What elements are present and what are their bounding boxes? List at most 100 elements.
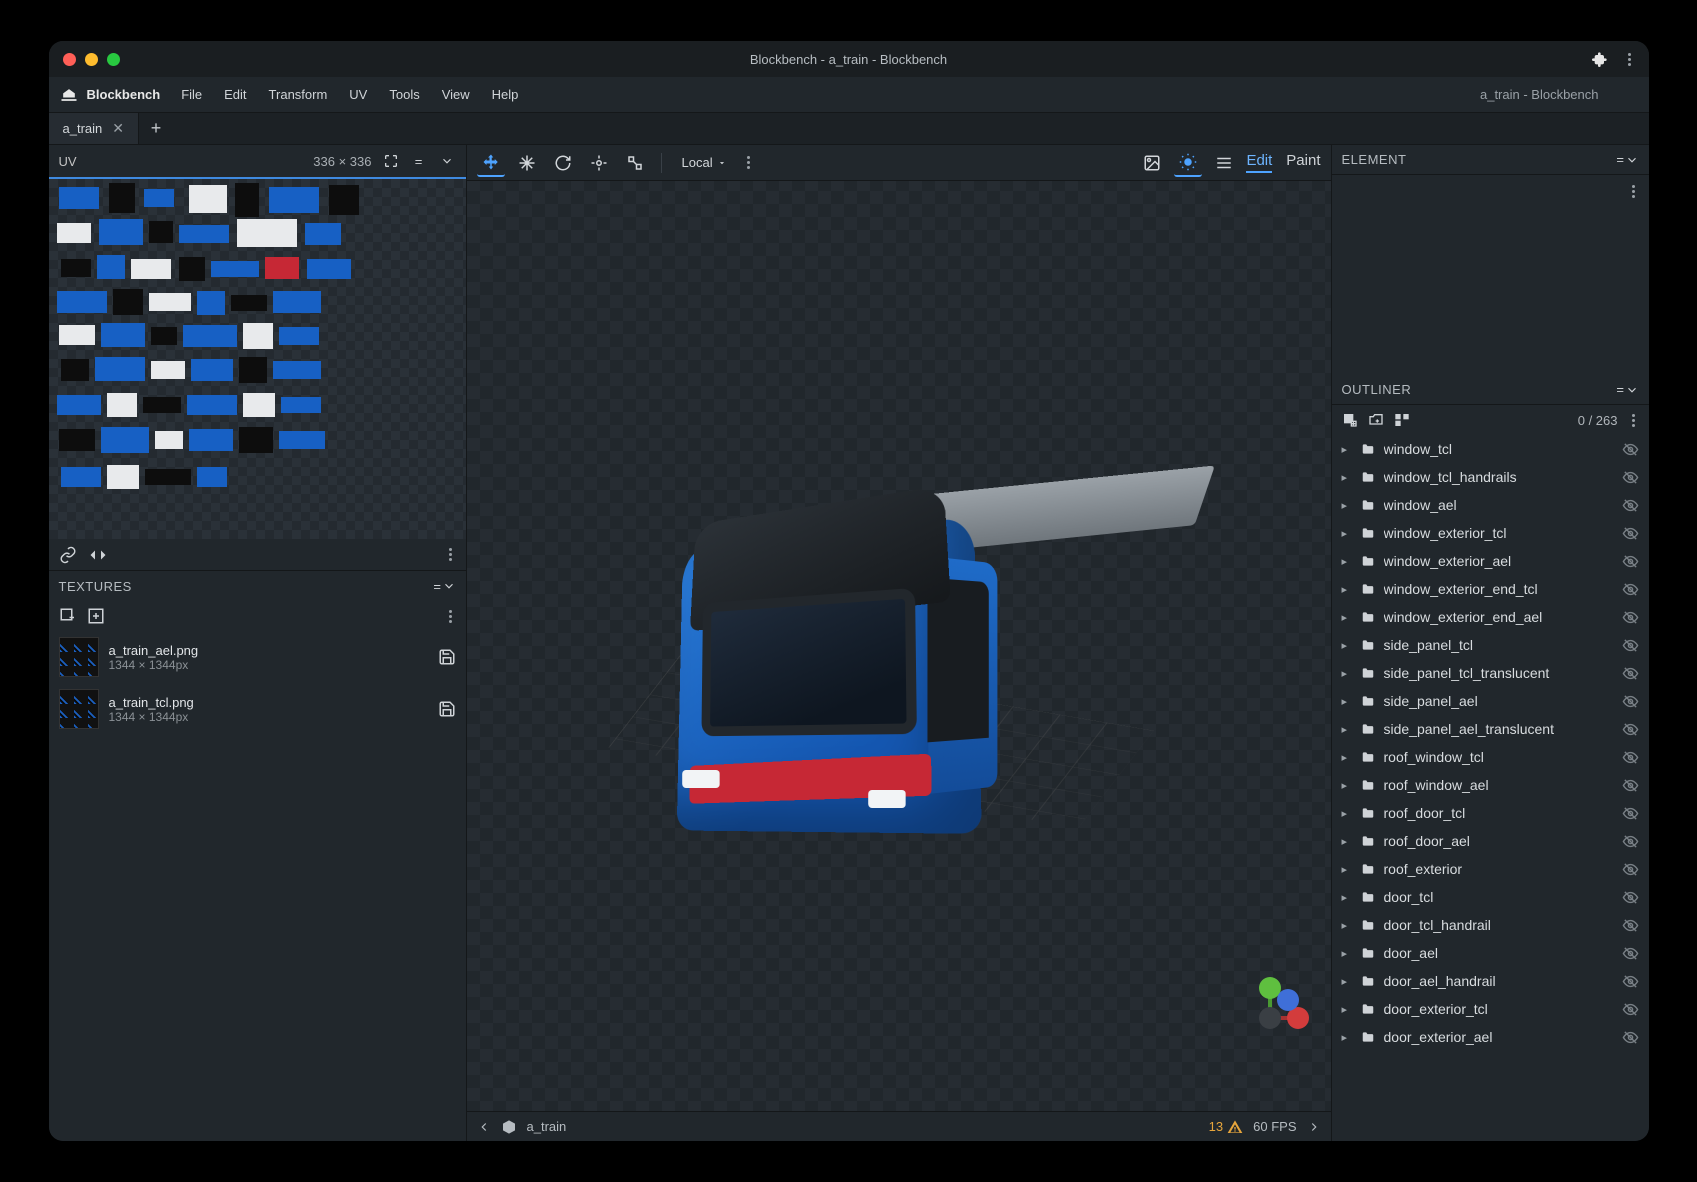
tab-item[interactable]: a_train ✕ bbox=[49, 113, 139, 144]
outliner-item[interactable]: ▸door_tcl_handrail bbox=[1332, 911, 1649, 939]
fullscreen-icon[interactable] bbox=[382, 152, 400, 170]
visibility-toggle-icon[interactable] bbox=[1622, 749, 1639, 766]
toggle-options-icon[interactable] bbox=[1394, 412, 1410, 428]
visibility-toggle-icon[interactable] bbox=[1622, 1001, 1639, 1018]
warning-badge[interactable]: 13 bbox=[1209, 1119, 1243, 1135]
outliner-overflow-icon[interactable] bbox=[1628, 410, 1639, 431]
chevron-down-icon[interactable] bbox=[438, 152, 456, 170]
caret-right-icon[interactable]: ▸ bbox=[1342, 807, 1352, 820]
rotate-tool-icon[interactable] bbox=[549, 149, 577, 177]
save-icon[interactable] bbox=[438, 700, 456, 718]
visibility-toggle-icon[interactable] bbox=[1622, 609, 1639, 626]
vertex-snap-icon[interactable] bbox=[621, 149, 649, 177]
outliner-item[interactable]: ▸roof_window_ael bbox=[1332, 771, 1649, 799]
app-logo[interactable]: Blockbench bbox=[59, 85, 161, 105]
outliner-item[interactable]: ▸window_exterior_end_ael bbox=[1332, 603, 1649, 631]
outliner-item[interactable]: ▸door_ael bbox=[1332, 939, 1649, 967]
resize-tool-icon[interactable] bbox=[513, 149, 541, 177]
caret-right-icon[interactable]: ▸ bbox=[1342, 499, 1352, 512]
caret-right-icon[interactable]: ▸ bbox=[1342, 667, 1352, 680]
outliner-item[interactable]: ▸roof_door_tcl bbox=[1332, 799, 1649, 827]
caret-right-icon[interactable]: ▸ bbox=[1342, 471, 1352, 484]
caret-right-icon[interactable]: ▸ bbox=[1342, 947, 1352, 960]
visibility-toggle-icon[interactable] bbox=[1622, 861, 1639, 878]
visibility-toggle-icon[interactable] bbox=[1622, 469, 1639, 486]
equals-icon[interactable]: = bbox=[410, 152, 428, 170]
outliner-item[interactable]: ▸door_tcl bbox=[1332, 883, 1649, 911]
menu-help[interactable]: Help bbox=[483, 83, 528, 106]
viewport-overflow-icon[interactable] bbox=[743, 152, 754, 173]
caret-right-icon[interactable]: ▸ bbox=[1342, 975, 1352, 988]
menu-edit[interactable]: Edit bbox=[215, 83, 255, 106]
outliner-item[interactable]: ▸side_panel_tcl_translucent bbox=[1332, 659, 1649, 687]
outliner-item[interactable]: ▸window_tcl_handrails bbox=[1332, 463, 1649, 491]
visibility-toggle-icon[interactable] bbox=[1622, 693, 1639, 710]
caret-right-icon[interactable]: ▸ bbox=[1342, 751, 1352, 764]
menu-file[interactable]: File bbox=[172, 83, 211, 106]
orientation-gizmo[interactable] bbox=[1227, 975, 1313, 1061]
extension-icon[interactable] bbox=[1592, 51, 1608, 67]
caret-right-icon[interactable]: ▸ bbox=[1342, 639, 1352, 652]
visibility-toggle-icon[interactable] bbox=[1622, 441, 1639, 458]
visibility-toggle-icon[interactable] bbox=[1622, 665, 1639, 682]
menu-uv[interactable]: UV bbox=[340, 83, 376, 106]
panel-equals-icon[interactable]: = bbox=[1616, 152, 1624, 167]
chevron-right-icon[interactable] bbox=[1307, 1120, 1321, 1134]
outliner-item[interactable]: ▸roof_door_ael bbox=[1332, 827, 1649, 855]
caret-right-icon[interactable]: ▸ bbox=[1342, 891, 1352, 904]
outliner-item[interactable]: ▸window_tcl bbox=[1332, 435, 1649, 463]
pivot-tool-icon[interactable] bbox=[585, 149, 613, 177]
outliner-item[interactable]: ▸roof_window_tcl bbox=[1332, 743, 1649, 771]
chevron-down-icon[interactable] bbox=[442, 579, 456, 593]
visibility-toggle-icon[interactable] bbox=[1622, 1029, 1639, 1046]
outliner-item[interactable]: ▸side_panel_ael_translucent bbox=[1332, 715, 1649, 743]
chevron-left-icon[interactable] bbox=[477, 1120, 491, 1134]
caret-right-icon[interactable]: ▸ bbox=[1342, 443, 1352, 456]
uv-editor-canvas[interactable] bbox=[49, 179, 466, 539]
outliner-item[interactable]: ▸window_ael bbox=[1332, 491, 1649, 519]
chevron-down-icon[interactable] bbox=[1625, 383, 1639, 397]
caret-right-icon[interactable]: ▸ bbox=[1342, 555, 1352, 568]
element-overflow-icon[interactable] bbox=[1628, 181, 1639, 202]
outliner-item[interactable]: ▸side_panel_ael bbox=[1332, 687, 1649, 715]
add-texture-icon[interactable] bbox=[59, 607, 77, 625]
shading-icon[interactable] bbox=[1174, 149, 1202, 177]
outliner-item[interactable]: ▸side_panel_tcl bbox=[1332, 631, 1649, 659]
outliner-item[interactable]: ▸window_exterior_ael bbox=[1332, 547, 1649, 575]
caret-right-icon[interactable]: ▸ bbox=[1342, 695, 1352, 708]
window-minimize-button[interactable] bbox=[85, 53, 98, 66]
visibility-toggle-icon[interactable] bbox=[1622, 525, 1639, 542]
caret-right-icon[interactable]: ▸ bbox=[1342, 919, 1352, 932]
move-tool-icon[interactable] bbox=[477, 149, 505, 177]
outliner-item[interactable]: ▸window_exterior_tcl bbox=[1332, 519, 1649, 547]
import-texture-icon[interactable] bbox=[87, 607, 105, 625]
save-icon[interactable] bbox=[438, 648, 456, 666]
uv-overflow-icon[interactable] bbox=[445, 544, 456, 565]
window-close-button[interactable] bbox=[63, 53, 76, 66]
caret-right-icon[interactable]: ▸ bbox=[1342, 779, 1352, 792]
outliner-item[interactable]: ▸door_ael_handrail bbox=[1332, 967, 1649, 995]
outliner-item[interactable]: ▸door_exterior_tcl bbox=[1332, 995, 1649, 1023]
tab-close-icon[interactable]: ✕ bbox=[112, 120, 124, 137]
caret-right-icon[interactable]: ▸ bbox=[1342, 723, 1352, 736]
window-maximize-button[interactable] bbox=[107, 53, 120, 66]
visibility-toggle-icon[interactable] bbox=[1622, 805, 1639, 822]
caret-right-icon[interactable]: ▸ bbox=[1342, 583, 1352, 596]
visibility-toggle-icon[interactable] bbox=[1622, 553, 1639, 570]
visibility-toggle-icon[interactable] bbox=[1622, 917, 1639, 934]
image-icon[interactable] bbox=[1138, 149, 1166, 177]
visibility-toggle-icon[interactable] bbox=[1622, 497, 1639, 514]
caret-right-icon[interactable]: ▸ bbox=[1342, 527, 1352, 540]
caret-right-icon[interactable]: ▸ bbox=[1342, 863, 1352, 876]
texture-item[interactable]: a_train_tcl.png 1344 × 1344px bbox=[49, 683, 466, 735]
caret-right-icon[interactable]: ▸ bbox=[1342, 1003, 1352, 1016]
add-group-icon[interactable] bbox=[1368, 412, 1384, 428]
panel-equals-icon[interactable]: = bbox=[433, 579, 441, 594]
textures-overflow-icon[interactable] bbox=[445, 606, 456, 627]
texture-item[interactable]: a_train_ael.png 1344 × 1344px bbox=[49, 631, 466, 683]
mode-paint[interactable]: Paint bbox=[1286, 152, 1320, 173]
outliner-item[interactable]: ▸door_exterior_ael bbox=[1332, 1023, 1649, 1051]
menu-tools[interactable]: Tools bbox=[380, 83, 428, 106]
hamburger-icon[interactable] bbox=[1210, 149, 1238, 177]
visibility-toggle-icon[interactable] bbox=[1622, 833, 1639, 850]
